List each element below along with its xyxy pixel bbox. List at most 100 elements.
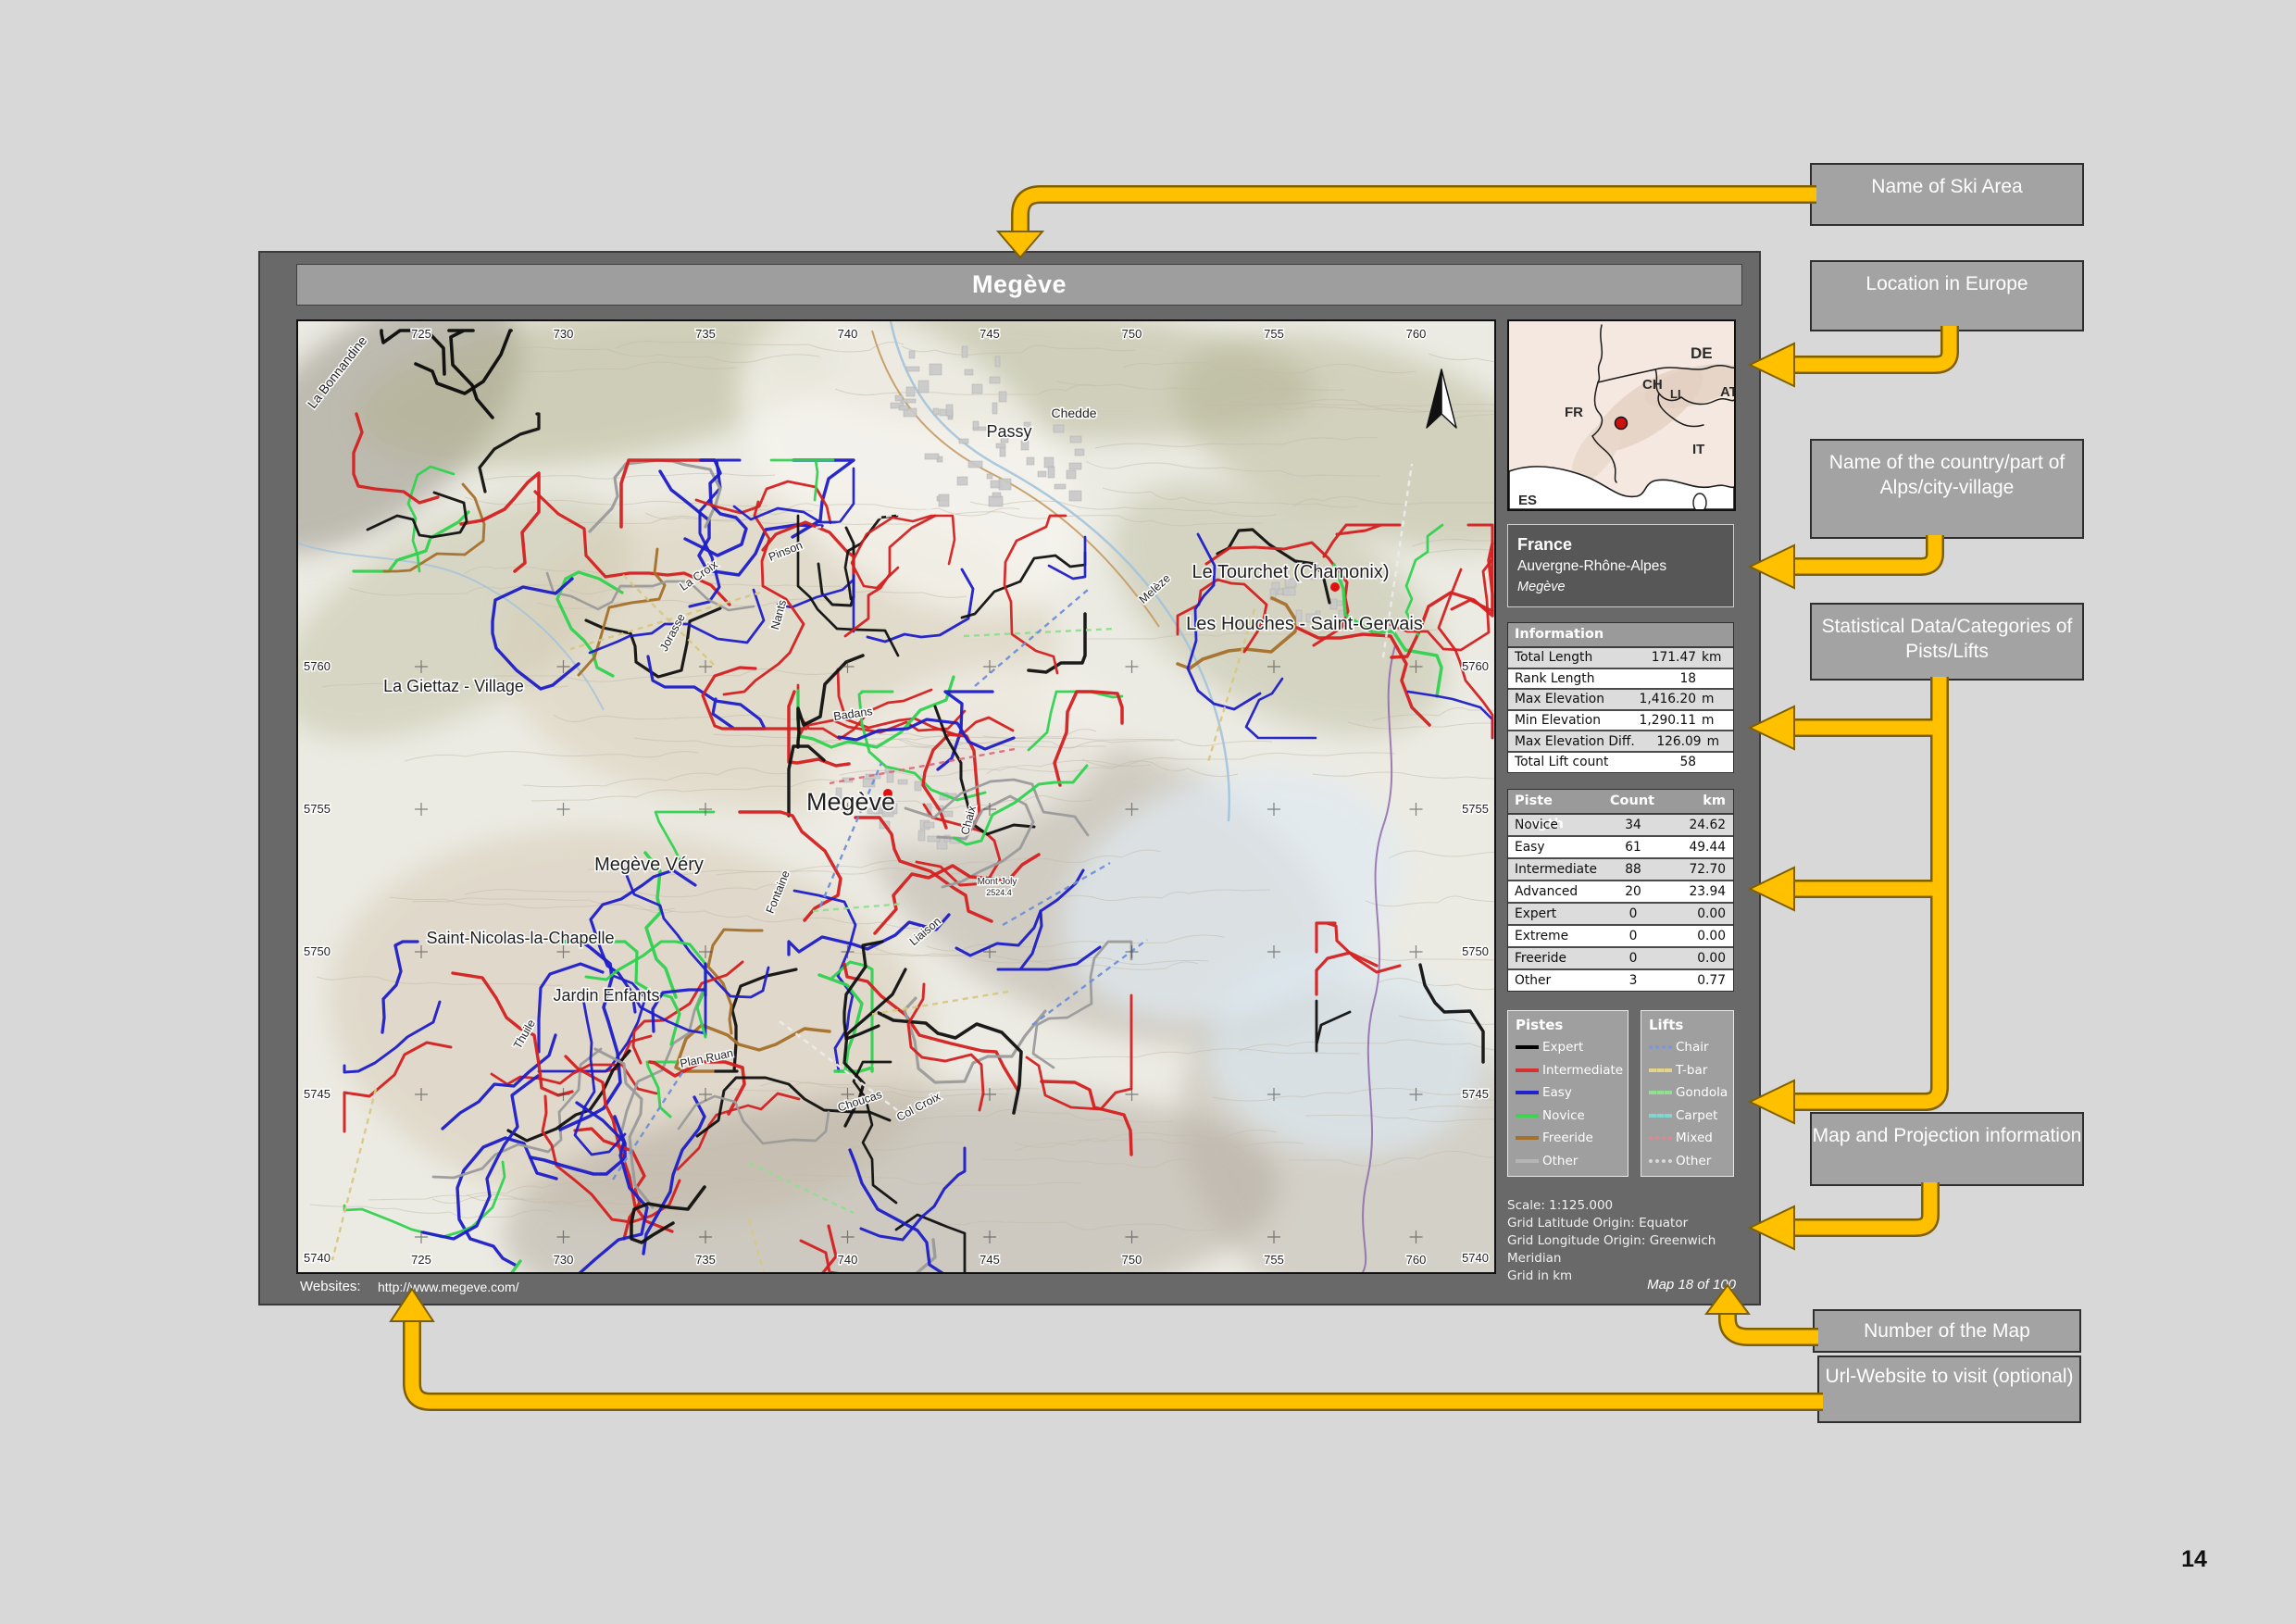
piste-table-body: Novice3424.62Easy6149.44Intermediate8872… [1508,815,1733,991]
lift-legend-item: Carpet [1649,1105,1733,1128]
easy-line-swatch [1516,1091,1539,1094]
lifts-legend: Lifts ChairT-barGondolaCarpetMixedOther [1641,1010,1734,1177]
callout-ski-area: Name of Ski Area [1810,163,2084,226]
information-table-body: Total Length171.47kmRank Length18Max Ele… [1508,648,1733,772]
information-row: Max Elevation Diff.126.09m [1508,731,1733,753]
lifts-legend-items: ChairT-barGondolaCarpetMixedOther [1649,1036,1733,1172]
information-row: Total Lift count58 [1508,753,1733,772]
grid-x-label-top: 735 [695,327,716,341]
ski-area-title: Megève [972,270,1067,299]
map-poster-window: Megève 725725730730735735740740745745750… [258,251,1761,1305]
lift-legend-item: Mixed [1649,1127,1733,1150]
lift-legend-item: Gondola [1649,1081,1733,1105]
callout-statistics: Statistical Data/Categories of Pists/Lif… [1810,603,2084,681]
ski-area-marker-dot [1616,418,1628,430]
callout-location: Location in Europe [1810,260,2084,331]
peak-label: Mont Joly [978,877,1017,887]
other-line-swatch [1516,1159,1539,1163]
village-name: Megève [1517,577,1733,597]
piste-col-count: Count [1598,790,1666,813]
europe-inset-map: DECHLIATFRITES [1507,319,1736,511]
inset-label-LI: LI [1670,387,1681,401]
piste-legend-item: Easy [1516,1081,1628,1105]
inset-label-DE: DE [1691,344,1713,362]
information-row: Max Elevation1,416.20m [1508,690,1733,711]
grid-y-label-right: 5750 [1462,944,1489,958]
pistes-legend-items: ExpertIntermediateEasyNoviceFreerideOthe… [1516,1036,1628,1172]
arrow-stats-trunk [1794,677,1940,1102]
europe-inset-canvas: DECHLIATFRITES [1509,321,1734,509]
freeride-line-swatch [1516,1136,1539,1140]
footer-bar: Websites: http://www.megeve.com/ Map 18 … [296,1275,1736,1301]
novice-line-swatch [1516,1114,1539,1118]
lift-legend-item: Chair [1649,1036,1733,1059]
projection-line: Grid Longitude Origin: Greenwich [1507,1232,1734,1250]
piste-length-table: Piste length Count km Novice3424.62Easy6… [1507,789,1734,992]
topo-map: 7257257307307357357407407457457507507557… [296,319,1496,1274]
grid-x-label-top: 725 [411,327,431,341]
legend-panel: Pistes ExpertIntermediateEasyNoviceFreer… [1507,1010,1734,1177]
map-marker-tourchet [1330,582,1340,592]
information-table-title: Information [1508,623,1733,648]
grid-x-label-top: 760 [1406,327,1427,341]
peak-label: 2524.4 [986,888,1012,897]
piste-legend-item: Novice [1516,1105,1628,1128]
piste-col-km: km [1666,790,1733,813]
topo-map-canvas: 7257257307307357357407407457457507507557… [298,321,1494,1272]
page-number: 14 [2166,1546,2222,1573]
callout-url: Url-Website to visit (optional) [1817,1355,2081,1423]
mixed-line-swatch [1649,1136,1672,1140]
location-box: France Auvergne-Rhône-Alpes Megève [1507,524,1734,607]
inset-label-FR: FR [1565,405,1583,420]
piste-row: Intermediate8872.70 [1508,859,1733,881]
grid-y-label-right: 5755 [1462,802,1489,816]
projection-info: Scale: 1:125.000Grid Latitude Origin: Eq… [1507,1197,1734,1285]
piste-row: Extreme00.00 [1508,926,1733,948]
country-name: France [1517,533,1733,556]
town-label: Les Houches - Saint-Gervais [1186,614,1423,634]
piste-legend-item: Other [1516,1150,1628,1173]
grid-x-label-bottom: 745 [980,1253,1000,1267]
inset-label-IT: IT [1692,442,1704,457]
information-table: Information Total Length171.47kmRank Len… [1507,622,1734,773]
town-label: La Giettaz - Village [383,677,524,695]
grid-y-label-right: 5740 [1462,1251,1489,1265]
lifts-legend-title: Lifts [1649,1017,1733,1033]
website-url[interactable]: http://www.megeve.com/ [378,1280,519,1294]
piste-legend-item: Expert [1516,1036,1628,1059]
slide-page: Megève 725725730730735735740740745745750… [0,0,2296,1624]
town-label: Saint-Nicolas-la-Chapelle [426,929,614,947]
grid-x-label-bottom: 755 [1264,1253,1284,1267]
gondola-line-swatch [1649,1091,1672,1094]
grid-x-label-top: 740 [838,327,858,341]
arrow-ski-area [1020,194,1816,231]
grid-y-label-left: 5755 [304,802,331,816]
grid-x-label-top: 755 [1264,327,1284,341]
region-name: Auvergne-Rhône-Alpes [1517,556,1733,577]
grid-y-label-right: 5745 [1462,1087,1489,1101]
inset-label-AT: AT [1720,384,1734,400]
pistes-legend-title: Pistes [1516,1017,1628,1033]
inset-label-CH: CH [1642,377,1663,393]
t-bar-line-swatch [1649,1068,1672,1072]
grid-x-label-bottom: 735 [695,1253,716,1267]
information-row: Total Length171.47km [1508,648,1733,669]
information-row: Rank Length18 [1508,669,1733,691]
intermediate-line-swatch [1516,1068,1539,1072]
arrow-country [1794,535,1935,567]
town-label: Passy [986,422,1031,441]
callout-country: Name of the country/part of Alps/city-vi… [1810,439,2084,539]
grid-x-label-top: 730 [554,327,574,341]
town-label: Le Tourchet (Chamonix) [1192,562,1389,582]
piste-row: Freeride00.00 [1508,948,1733,970]
town-label: Jardin Enfants [553,986,659,1005]
websites-label: Websites: [300,1279,361,1294]
piste-table-header: Piste length Count km [1508,790,1733,815]
grid-y-label-left: 5740 [304,1251,331,1265]
arrow-projection [1794,1182,1930,1228]
projection-line: Meridian [1507,1250,1734,1268]
arrow-map-number [1728,1313,1818,1337]
projection-line: Grid Latitude Origin: Equator [1507,1215,1734,1232]
carpet-line-swatch [1649,1114,1672,1118]
callout-map-number: Number of the Map [1813,1309,2081,1353]
